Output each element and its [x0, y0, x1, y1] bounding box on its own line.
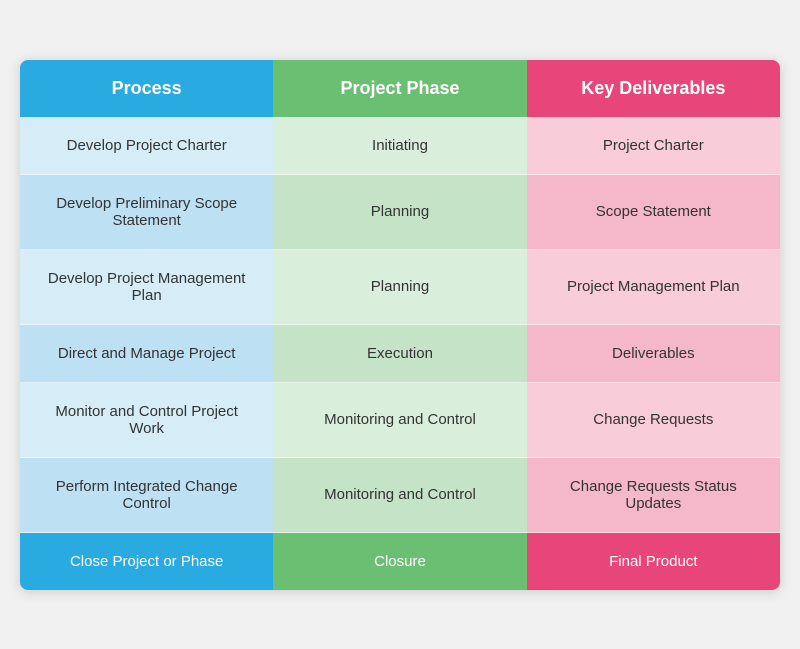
row-3-process: Develop Project Management Plan: [20, 250, 273, 325]
row-4-process: Direct and Manage Project: [20, 325, 273, 383]
row-2-phase: Planning: [273, 175, 526, 250]
row-3-deliverables: Project Management Plan: [527, 250, 780, 325]
row-5-phase: Monitoring and Control: [273, 383, 526, 458]
row-3-phase: Planning: [273, 250, 526, 325]
row-5-deliverables: Change Requests: [527, 383, 780, 458]
row-2-process: Develop Preliminary Scope Statement: [20, 175, 273, 250]
row-4-phase: Execution: [273, 325, 526, 383]
row-6-process: Perform Integrated Change Control: [20, 458, 273, 533]
row-1-phase: Initiating: [273, 117, 526, 175]
row-6-phase: Monitoring and Control: [273, 458, 526, 533]
row-7-deliverables: Final Product: [527, 533, 780, 590]
header-phase: Project Phase: [273, 60, 526, 117]
row-1-deliverables: Project Charter: [527, 117, 780, 175]
header-deliverables: Key Deliverables: [527, 60, 780, 117]
row-7-process: Close Project or Phase: [20, 533, 273, 590]
row-1-process: Develop Project Charter: [20, 117, 273, 175]
header-process: Process: [20, 60, 273, 117]
row-5-process: Monitor and Control Project Work: [20, 383, 273, 458]
row-7-phase: Closure: [273, 533, 526, 590]
table-grid: Process Project Phase Key Deliverables D…: [20, 60, 780, 590]
row-6-deliverables: Change Requests Status Updates: [527, 458, 780, 533]
main-table: Process Project Phase Key Deliverables D…: [20, 60, 780, 590]
row-2-deliverables: Scope Statement: [527, 175, 780, 250]
row-4-deliverables: Deliverables: [527, 325, 780, 383]
